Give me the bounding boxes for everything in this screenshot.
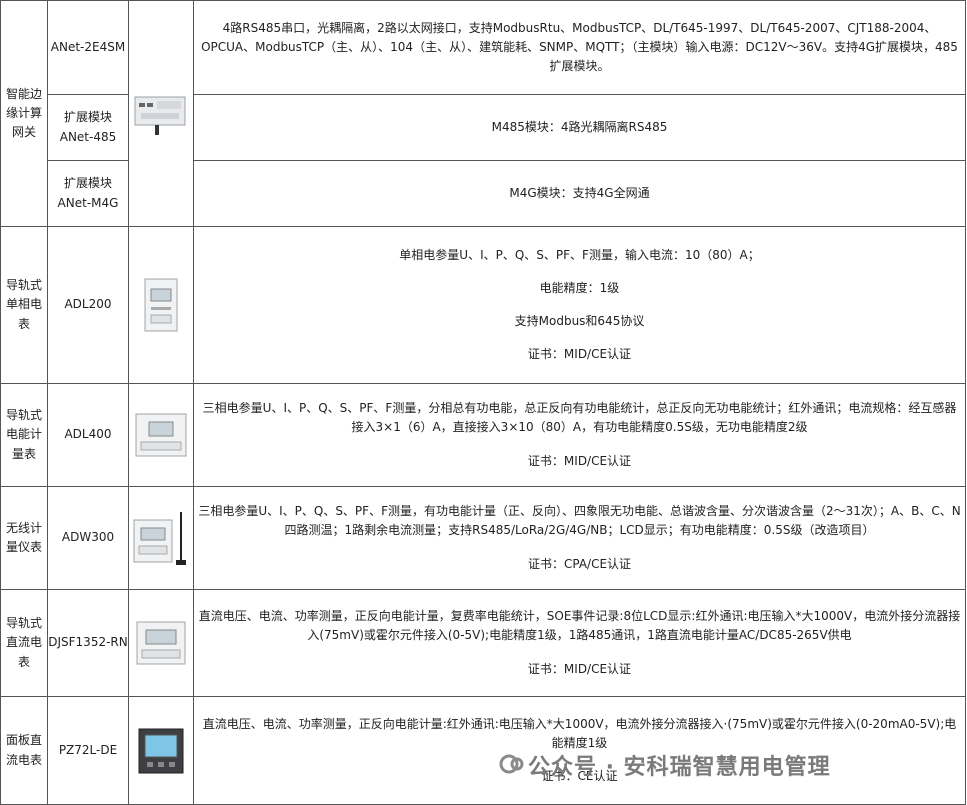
category-cell: 面板直流电表 (0, 696, 48, 805)
dc-din-meter-icon (136, 621, 186, 665)
gateway-device-icon (134, 96, 186, 135)
table-row: 导轨式直流电表 DJSF1352-RN 直流电压、电流、功率测量，正反向电能计量… (0, 589, 966, 697)
panel-meter-icon (138, 728, 184, 773)
description-cell: 直流电压、电流、功率测量，正反向电能计量，复费率电能统计，SOE事件记录:8位L… (193, 589, 966, 697)
model-cell: PZ72L-DE (47, 696, 129, 805)
category-cell: 智能边缘计算网关 (0, 0, 48, 227)
description-cell: 三相电参量U、I、P、Q、S、PF、F测量，有功电能计量（正、反向）、四象限无功… (193, 486, 966, 590)
model-cell: 扩展模块ANet-M4G (47, 160, 129, 227)
wireless-meter-icon (133, 512, 186, 565)
product-spec-table: 智能边缘计算网关 ANet-2E4SM 4路RS485串口，光耦隔离，2路以太网… (0, 0, 966, 805)
description-cell: 单相电参量U、I、P、Q、S、PF、F测量，输入电流：10（80）A； 电能精度… (193, 226, 966, 384)
model-cell: ADL200 (47, 226, 129, 384)
table-row: 智能边缘计算网关 ANet-2E4SM 4路RS485串口，光耦隔离，2路以太网… (0, 0, 966, 227)
adl200-product-image (128, 226, 194, 384)
three-phase-meter-icon (135, 413, 187, 457)
model-cell: 扩展模块ANet-485 (47, 94, 129, 161)
model-cell: ADW300 (47, 486, 129, 590)
gateway-product-image (128, 0, 194, 227)
table-row: 导轨式单相电表 ADL200 单相电参量U、I、P、Q、S、PF、F测量，输入电… (0, 226, 966, 384)
category-cell: 导轨式电能计量表 (0, 383, 48, 487)
description-cell: M485模块：4路光耦隔离RS485 (193, 94, 966, 161)
category-cell: 导轨式直流电表 (0, 589, 48, 697)
model-cell: DJSF1352-RN (47, 589, 129, 697)
category-cell: 导轨式单相电表 (0, 226, 48, 384)
model-cell: ANet-2E4SM (47, 0, 129, 95)
wechat-official-account-icon (499, 754, 524, 774)
watermark-text: 公众号 · 安科瑞智慧用电管理 (528, 755, 831, 780)
description-cell: M4G模块：支持4G全网通 (193, 160, 966, 227)
category-cell: 无线计量仪表 (0, 486, 48, 590)
description-cell: 三相电参量U、I、P、Q、S、PF、F测量，分相总有功电能，总正反向有功电能统计… (193, 383, 966, 487)
din-meter-icon (144, 278, 178, 332)
djsf1352-product-image (128, 589, 194, 697)
adw300-product-image (128, 486, 194, 590)
pz72l-product-image (128, 696, 194, 805)
description-cell: 4路RS485串口，光耦隔离，2路以太网接口，支持ModbusRtu、Modbu… (193, 0, 966, 95)
table-row: 导轨式电能计量表 ADL400 三相电参量U、I、P、Q、S、PF、F测量，分相… (0, 383, 966, 487)
adl400-product-image (128, 383, 194, 487)
model-cell: ADL400 (47, 383, 129, 487)
table-row: 无线计量仪表 ADW300 三相电参量U、I、P、Q、S、PF、F测量，有功电能… (0, 486, 966, 590)
